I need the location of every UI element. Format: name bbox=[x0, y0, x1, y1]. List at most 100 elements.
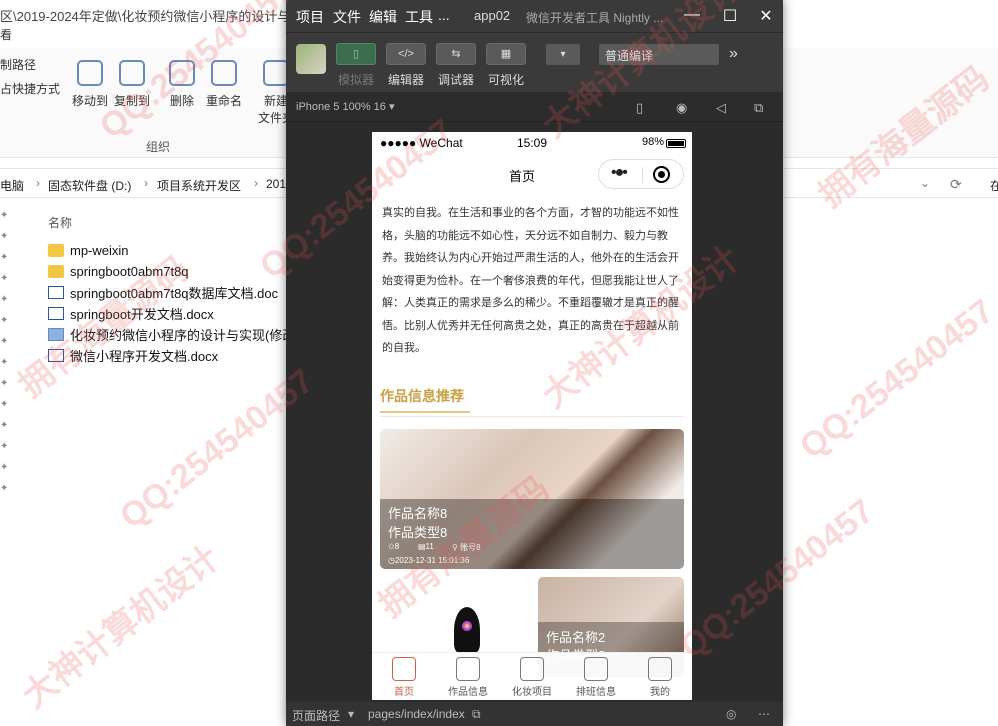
close-icon[interactable]: ✕ bbox=[756, 6, 776, 26]
copy-icon[interactable]: ⧉ bbox=[472, 707, 481, 722]
search-field-cut[interactable]: 在 bbox=[990, 177, 998, 194]
pin-icon[interactable]: ✦ bbox=[0, 231, 20, 252]
pin-icon[interactable]: ✦ bbox=[0, 273, 20, 294]
pin-icon[interactable]: ✦ bbox=[0, 252, 20, 273]
pin-icon[interactable]: ✦ bbox=[0, 378, 20, 399]
list-item[interactable]: 化妆预约微信小程序的设计与实现(修改4 bbox=[48, 324, 303, 345]
crumb-project[interactable]: 项目系统开发区 bbox=[157, 177, 241, 194]
menu-project[interactable]: 项目 bbox=[296, 7, 324, 27]
card-likes: ✩8 bbox=[388, 542, 400, 551]
eye-icon[interactable]: ◎ bbox=[726, 707, 736, 721]
phone-statusbar: ●●●●● WeChat 15:09 98% bbox=[372, 132, 692, 154]
menu-file[interactable]: 文件 bbox=[333, 7, 361, 27]
editor-toggle[interactable]: </> bbox=[386, 43, 426, 65]
minimize-icon[interactable]: — bbox=[682, 6, 702, 24]
tab-home[interactable]: 首页 bbox=[372, 657, 436, 698]
maximize-icon[interactable]: ☐ bbox=[720, 6, 740, 26]
home-icon bbox=[392, 657, 416, 681]
more-icon[interactable]: ⋯ bbox=[758, 707, 770, 721]
user-icon bbox=[648, 657, 672, 681]
wechat-devtools-window: 项目 文件 编辑 工具 ... app02 微信开发者工具 Nightly ..… bbox=[286, 0, 783, 726]
menu-tools[interactable]: 工具 bbox=[405, 7, 433, 27]
avatar[interactable] bbox=[296, 44, 326, 74]
crumb-drive[interactable]: 固态软件盘 (D:) bbox=[48, 177, 131, 194]
devtools-statusbar: 页面路径 ▾ pages/index/index ⧉ ◎ ⋯ bbox=[286, 702, 783, 726]
tab-works[interactable]: 作品信息 bbox=[436, 657, 500, 698]
pin-icon[interactable]: ✦ bbox=[0, 462, 20, 483]
product-image bbox=[454, 607, 480, 653]
menu-edit[interactable]: 编辑 bbox=[369, 7, 397, 27]
copy-to-button[interactable]: 复制到 bbox=[106, 60, 158, 109]
chevron-right-icon: › bbox=[254, 176, 258, 190]
column-header-name[interactable]: 名称 bbox=[48, 214, 72, 231]
tabbar: 首页 作品信息 化妆项目 排班信息 我的 bbox=[372, 652, 692, 700]
pin-icon[interactable]: ✦ bbox=[0, 483, 20, 504]
close-target-icon[interactable] bbox=[653, 166, 670, 183]
device-selector[interactable]: iPhone 5 100% 16 ▾ bbox=[296, 100, 394, 113]
code-icon: </> bbox=[398, 48, 414, 60]
pin-icon[interactable]: ✦ bbox=[0, 399, 20, 420]
pin-icon[interactable]: ✦ bbox=[0, 210, 20, 231]
simulator-stage: ●●●●● WeChat 15:09 98% 首页 •●• 真实的自我。在生活和… bbox=[286, 122, 783, 700]
chevron-down-icon[interactable]: ⌄ bbox=[920, 176, 930, 190]
page-path-label[interactable]: 页面路径 bbox=[292, 707, 340, 724]
tab-mine[interactable]: 我的 bbox=[628, 657, 692, 698]
pin-icon[interactable]: ✦ bbox=[0, 357, 20, 378]
copy-path-button[interactable]: 制路径 bbox=[0, 56, 36, 73]
about-paragraph: 真实的自我。在生活和事业的各个方面，才智的功能远不如性格，头脑的功能远不如心性，… bbox=[382, 207, 679, 354]
mode-dropdown[interactable]: ▾ bbox=[546, 44, 580, 65]
crumb-pc[interactable]: 电脑 bbox=[0, 177, 24, 194]
visual-label: 可视化 bbox=[488, 73, 525, 87]
volume-icon[interactable]: ◁ bbox=[716, 100, 726, 116]
double-chevron-right-icon[interactable]: » bbox=[729, 45, 738, 63]
compile-mode-select[interactable]: 普通编译 bbox=[599, 44, 719, 65]
explorer-menu-view[interactable]: 看 bbox=[0, 26, 12, 43]
phone-icon: ▯ bbox=[352, 48, 360, 60]
pin-icon[interactable]: ✦ bbox=[0, 315, 20, 336]
card-title: 作品名称8 bbox=[388, 506, 448, 521]
record-icon[interactable]: ◉ bbox=[676, 100, 687, 116]
devtools-titlebar: 项目 文件 编辑 工具 ... app02 微信开发者工具 Nightly ..… bbox=[286, 0, 783, 32]
list-item[interactable]: mp-weixin bbox=[48, 240, 303, 261]
tab-makeup[interactable]: 化妆项目 bbox=[500, 657, 564, 698]
rename-button[interactable]: 重命名 bbox=[198, 60, 250, 109]
refresh-icon[interactable]: ⟳ bbox=[950, 176, 962, 193]
card-views: ▤11 bbox=[418, 542, 434, 551]
card-type: 作品类型8 bbox=[388, 525, 448, 540]
trash-icon bbox=[169, 60, 195, 86]
pin-icon[interactable]: ✦ bbox=[0, 441, 20, 462]
file-list: mp-weixin springboot0abm7t8q springboot0… bbox=[48, 240, 303, 366]
crumb-year[interactable]: 201 bbox=[266, 177, 286, 191]
devtools-subtitle: 微信开发者工具 Nightly ... bbox=[526, 11, 664, 25]
mini-program-capsule: •●• bbox=[598, 159, 684, 189]
card-time: ◷2023-12-31 15:01:36 bbox=[388, 556, 470, 565]
quick-access-pins: ✦ ✦ ✦ ✦ ✦ ✦ ✦ ✦ ✦ ✦ ✦ ✦ ✦ ✦ bbox=[0, 210, 20, 504]
menu-more[interactable]: ... bbox=[438, 7, 450, 23]
pin-icon[interactable]: ✦ bbox=[0, 294, 20, 315]
list-item[interactable]: 微信小程序开发文档.docx bbox=[48, 345, 303, 366]
pin-icon[interactable]: ✦ bbox=[0, 336, 20, 357]
copy-folder-icon bbox=[119, 60, 145, 86]
simulator-subbar: iPhone 5 100% 16 ▾ ▯ ◉ ◁ ⧉ bbox=[286, 92, 783, 122]
word-doc-icon bbox=[48, 349, 64, 362]
tab-schedule[interactable]: 排班信息 bbox=[564, 657, 628, 698]
phone-navbar: 首页 •●• bbox=[372, 154, 692, 194]
chevron-down-icon[interactable]: ▾ bbox=[348, 707, 354, 721]
devtools-toolbar: ▯ 模拟器 </> 编辑器 ⇆ 调试器 ▦ 可视化 ▾ 普通编译 » bbox=[286, 32, 783, 92]
work-card-large[interactable]: 作品名称8 作品类型8 ✩8 ▤11 ⚲ 账号8 ◷2023-12-31 15:… bbox=[380, 429, 684, 569]
window-icon[interactable]: ⧉ bbox=[754, 100, 763, 116]
simulator-toggle[interactable]: ▯ bbox=[336, 43, 376, 65]
pin-icon[interactable]: ✦ bbox=[0, 420, 20, 441]
paste-shortcut-button[interactable]: 占快捷方式 bbox=[0, 80, 60, 97]
list-item[interactable]: springboot开发文档.docx bbox=[48, 303, 303, 324]
rename-icon bbox=[211, 60, 237, 86]
debugger-toggle[interactable]: ⇆ bbox=[436, 43, 476, 65]
more-dots-icon[interactable]: •●• bbox=[611, 164, 628, 182]
calendar-icon bbox=[520, 657, 544, 681]
phone-outline-icon[interactable]: ▯ bbox=[636, 100, 643, 116]
visual-toggle[interactable]: ▦ bbox=[486, 43, 526, 65]
group-organize-label: 组织 bbox=[146, 140, 171, 154]
list-item[interactable]: springboot0abm7t8q数据库文档.doc bbox=[48, 282, 303, 303]
list-item[interactable]: springboot0abm7t8q bbox=[48, 261, 303, 282]
capsule-divider bbox=[642, 167, 643, 183]
